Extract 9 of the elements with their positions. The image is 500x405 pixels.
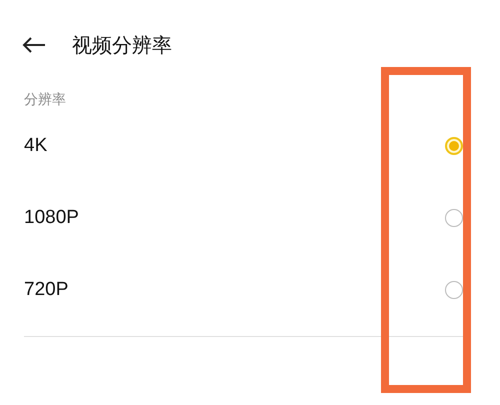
option-label[interactable]: 720P [24, 279, 68, 301]
option-label[interactable]: 1080P [24, 207, 79, 229]
page-title: 视频分辨率 [72, 32, 172, 58]
radio-button[interactable] [445, 137, 463, 155]
section-label: 分辨率 [23, 91, 67, 110]
back-arrow-icon[interactable] [22, 37, 46, 53]
option-label[interactable]: 4K [24, 135, 48, 157]
radio-button[interactable] [445, 209, 463, 227]
radio-button[interactable] [445, 281, 463, 299]
